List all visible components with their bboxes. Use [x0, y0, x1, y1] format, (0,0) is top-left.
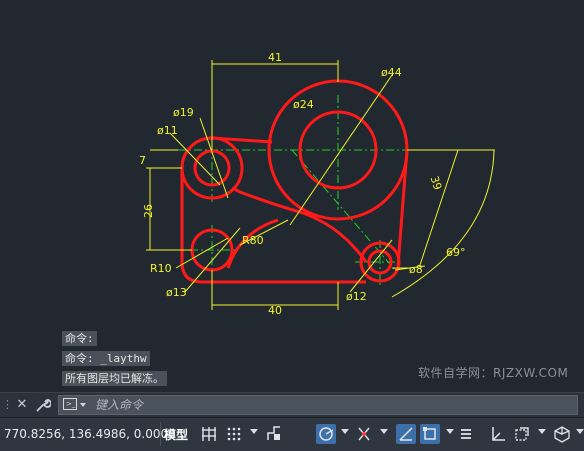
status-bar: 770.8256, 136.4986, 0.0000 模型	[0, 417, 584, 451]
command-history-line-1: 命令:	[62, 331, 97, 346]
coordinate-readout: 770.8256, 136.4986, 0.0000	[4, 427, 176, 441]
chevron-down-icon[interactable]	[446, 429, 454, 434]
object-snap-icon[interactable]	[420, 424, 440, 444]
selection-cycling-icon[interactable]	[512, 424, 532, 444]
dim-26: 26	[142, 204, 155, 218]
dim-69deg: 69°	[446, 246, 466, 259]
dim-d44: ø44	[381, 66, 402, 79]
close-icon[interactable]: ✕	[14, 396, 30, 414]
command-bar: ⋮ ✕ >_	[0, 392, 584, 417]
command-history-line-3: 所有图层均已解冻。	[62, 371, 167, 386]
dim-d24: ø24	[293, 98, 314, 111]
dim-d12: ø12	[346, 290, 367, 303]
watermark: 软件自学网：RJZXW.COM	[418, 366, 569, 380]
polar-tracking-icon[interactable]	[316, 424, 336, 444]
dim-r10: R10	[150, 262, 172, 275]
menu-lines-icon[interactable]	[459, 425, 473, 443]
dim-d19: ø19	[173, 106, 194, 119]
wrench-icon[interactable]	[34, 396, 52, 414]
snap-mode-icon[interactable]	[224, 424, 244, 444]
dim-d8: ø8	[409, 263, 423, 276]
grid-icon[interactable]	[199, 424, 219, 444]
dim-d11: ø11	[157, 124, 178, 137]
command-prompt-icon[interactable]: >_	[63, 398, 77, 410]
chevron-down-icon[interactable]	[380, 429, 388, 434]
chevron-down-icon[interactable]	[80, 403, 86, 407]
3d-gizmo-icon[interactable]	[552, 424, 572, 444]
command-history-line-2: 命令: _laythw	[62, 351, 150, 366]
ortho-mode-icon[interactable]	[264, 424, 284, 444]
dynamic-ucs-icon[interactable]	[488, 424, 508, 444]
dim-r80: R80	[242, 234, 264, 247]
dim-40: 40	[268, 304, 282, 317]
drawing-canvas[interactable]: 41 ø44 ø19 ø24 ø11 7 39 26 R80 69° R10 ø…	[0, 0, 584, 392]
model-tab[interactable]: 模型	[164, 426, 188, 443]
chevron-down-icon[interactable]	[538, 429, 546, 434]
command-input-box[interactable]: >_	[58, 395, 578, 415]
chevron-down-icon[interactable]	[576, 429, 584, 434]
grip-handle-icon[interactable]: ⋮	[2, 396, 13, 414]
dim-39: 39	[427, 174, 444, 191]
isometric-drafting-icon[interactable]	[354, 424, 374, 444]
dim-41: 41	[268, 51, 282, 64]
command-input[interactable]	[95, 396, 565, 414]
dim-d13: ø13	[166, 286, 187, 299]
object-snap-tracking-icon[interactable]	[396, 424, 416, 444]
chevron-down-icon[interactable]	[341, 429, 349, 434]
object-lines	[180, 79, 409, 284]
chevron-down-icon[interactable]	[250, 429, 258, 434]
dim-7: 7	[139, 154, 146, 167]
divider	[160, 422, 161, 446]
